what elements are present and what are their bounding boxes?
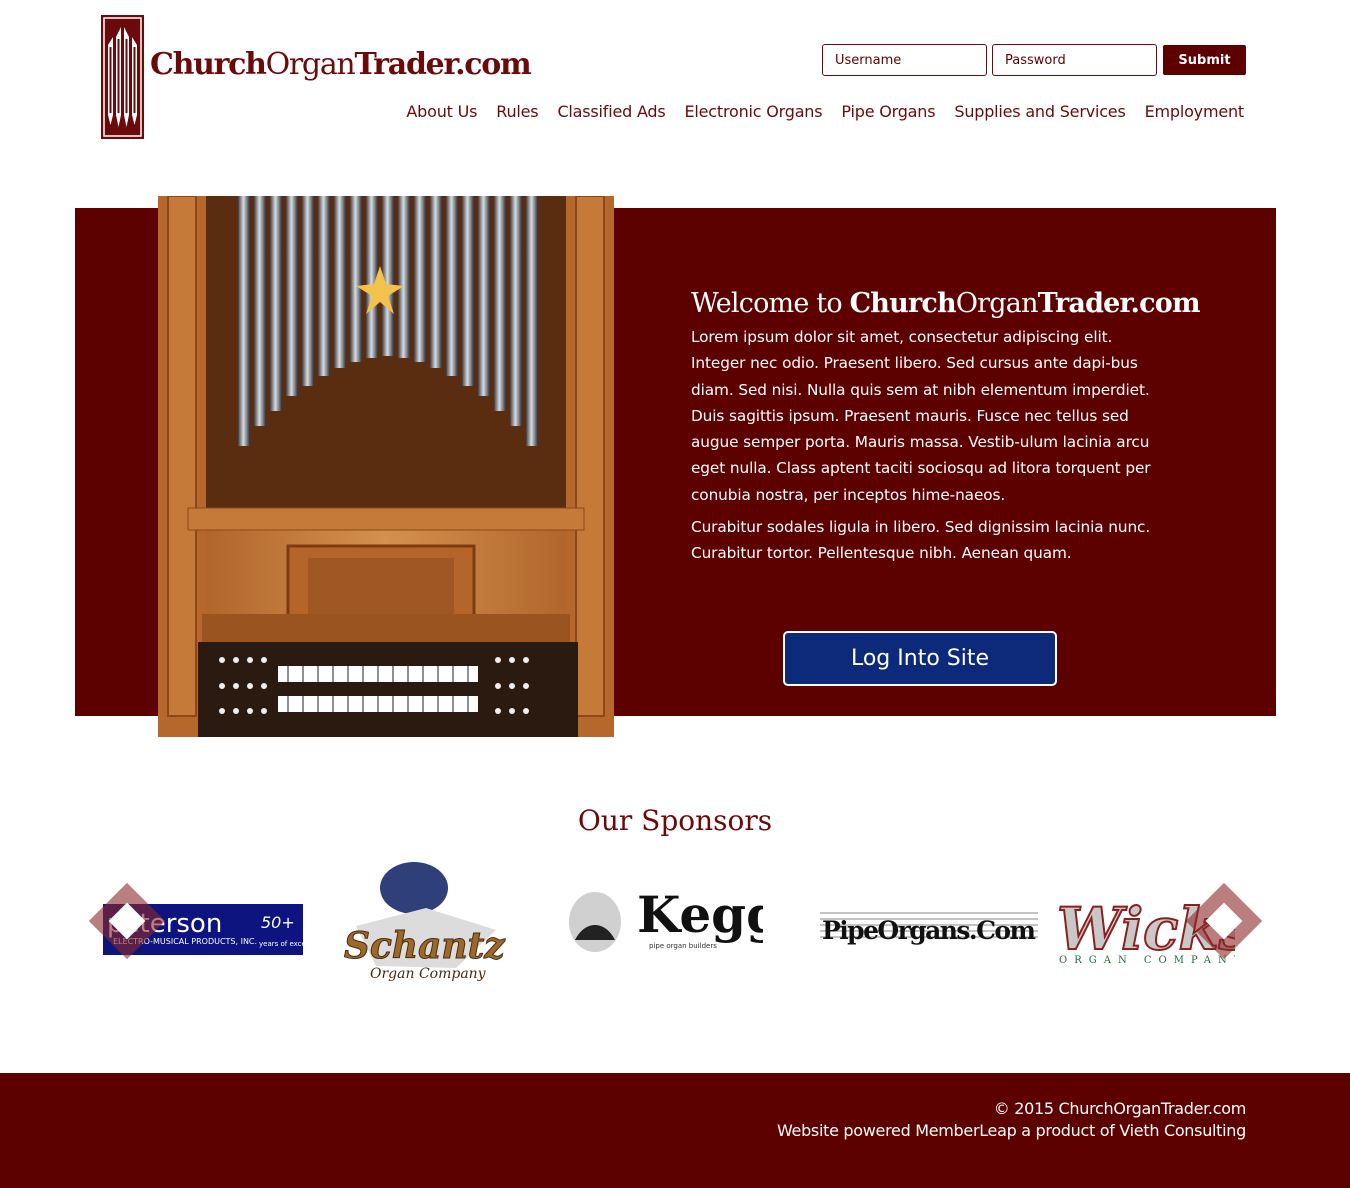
- sponsor-peterson-tag: years of excellence: [259, 940, 303, 948]
- password-input[interactable]: [992, 44, 1157, 76]
- log-into-site-button[interactable]: Log Into Site: [783, 631, 1057, 686]
- sponsor-kegg-sub: pipe organ builders: [649, 942, 717, 950]
- sponsor-pipeorgans-name: PipeOrgans.Com: [822, 916, 1036, 945]
- site-logo-text: ChurchOrganTrader.com: [150, 47, 532, 82]
- nav-item-employment[interactable]: Employment: [1145, 102, 1245, 121]
- sponsors-title: Our Sponsors: [577, 804, 773, 837]
- submit-button[interactable]: Submit: [1163, 45, 1246, 75]
- sponsor-schantz-sub: Organ Company: [370, 966, 487, 982]
- sponsor-peterson-plus: 50+: [261, 913, 295, 932]
- welcome-paragraph-1: Lorem ipsum dolor sit amet, consectetur …: [691, 328, 1151, 504]
- welcome-section: Welcome to ChurchOrganTrader.com Lorem i…: [691, 286, 1211, 567]
- footer-text: © 2015 ChurchOrganTrader.com Website pow…: [777, 1098, 1246, 1142]
- footer-powered-by: Website powered MemberLeap a product of …: [776, 1121, 1246, 1140]
- site-footer: © 2015 ChurchOrganTrader.com Website pow…: [0, 1073, 1350, 1188]
- pipe-organ-photo: [158, 196, 614, 737]
- nav-item-pipe-organs[interactable]: Pipe Organs: [841, 102, 935, 121]
- nav-item-classified-ads[interactable]: Classified Ads: [557, 102, 665, 121]
- main-nav: About Us Rules Classified Ads Electronic…: [406, 102, 1244, 121]
- sponsor-kegg-logo[interactable]: Kegg pipe organ builders: [565, 870, 763, 972]
- sponsor-kegg-name: Kegg: [637, 885, 763, 944]
- sponsor-schantz-name: Schantz: [344, 925, 506, 967]
- login-form: Submit: [822, 44, 1246, 76]
- nav-item-electronic-organs[interactable]: Electronic Organs: [685, 102, 823, 121]
- nav-item-rules[interactable]: Rules: [496, 102, 538, 121]
- welcome-heading: Welcome to ChurchOrganTrader.com: [691, 288, 1201, 319]
- footer-copyright: © 2015 ChurchOrganTrader.com: [993, 1099, 1247, 1118]
- welcome-paragraph-2: Curabitur sodales ligula in libero. Sed …: [691, 518, 1151, 563]
- nav-item-supplies-and-services[interactable]: Supplies and Services: [954, 102, 1125, 121]
- sponsor-wicks-sub: ORGAN COMPANY: [1059, 955, 1235, 966]
- organ-pipes-logo-icon: [101, 15, 144, 139]
- sponsor-pipeorgans-logo[interactable]: PipeOrgans.Com: [820, 903, 1038, 951]
- nav-item-about-us[interactable]: About Us: [406, 102, 477, 121]
- username-input[interactable]: [822, 44, 987, 76]
- sponsor-schantz-logo[interactable]: Schantz Organ Company: [336, 858, 521, 988]
